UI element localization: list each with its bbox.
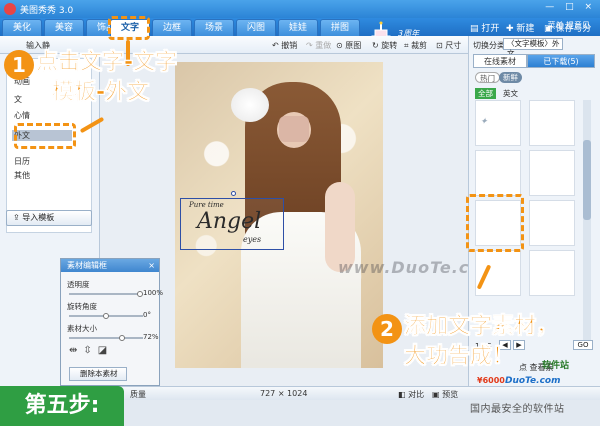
window-controls[interactable]: — □ ×: [545, 2, 596, 12]
english-filter[interactable]: 英文: [503, 88, 518, 99]
go-button[interactable]: GO: [573, 340, 593, 350]
text-sticker[interactable]: Pure time Angel eyes: [180, 191, 284, 250]
step-1-number: 1: [4, 50, 34, 80]
site-watermark: 国内最安全的软件站: [470, 404, 565, 415]
image-dimensions: 727 × 1024: [260, 389, 308, 398]
sticker-small-text: Pure time: [189, 201, 224, 209]
domain-watermark: DuoTe.com: [505, 376, 561, 386]
step-1-line-2: 模板-外文: [52, 80, 150, 106]
original-button[interactable]: ⊙ 原图: [336, 40, 361, 51]
category-mood[interactable]: 心情: [14, 110, 30, 121]
step-2-number: 2: [372, 314, 402, 344]
highlight-material: [466, 194, 524, 252]
material-thumbnail[interactable]: [475, 250, 521, 296]
undo-button[interactable]: ↶ 撤销: [272, 40, 297, 51]
switch-category-label: 切换分类: [473, 41, 505, 50]
next-page-icon[interactable]: ▶: [513, 340, 525, 350]
close-icon[interactable]: ×: [148, 259, 155, 272]
highlight-foreign-item: [14, 123, 76, 149]
tab-online-materials[interactable]: 在线素材: [473, 54, 527, 68]
step-2-line-1: 添加文字素材，: [404, 314, 559, 340]
size-button[interactable]: ⊡ 尺寸: [436, 40, 461, 51]
tab-beauty[interactable]: 美容: [44, 19, 84, 36]
tab-beautify[interactable]: 美化: [2, 19, 42, 36]
photo-face-blur: [279, 116, 309, 142]
rotation-slider[interactable]: [69, 313, 143, 319]
tab-doll[interactable]: 娃娃: [278, 19, 318, 36]
import-template-button[interactable]: ⇪ 导入模板: [6, 210, 92, 226]
title-bar: 美图秀秀 3.0 — □ ×: [0, 0, 600, 18]
quality-label[interactable]: 质量: [130, 389, 146, 400]
crop-button[interactable]: ⌗ 裁剪: [404, 40, 427, 51]
app-logo-icon: [4, 3, 16, 15]
delete-material-button[interactable]: 删除本素材: [69, 367, 127, 381]
photo-hair-flower: [231, 88, 269, 122]
tab-downloaded[interactable]: 已下载(5): [527, 54, 595, 68]
material-editor-title[interactable]: 素材编辑框 ×: [61, 259, 159, 272]
price-badge: ¥6000: [477, 376, 505, 385]
step-1-line-1: 点击文字-文字: [36, 50, 178, 76]
material-thumbnail[interactable]: [529, 100, 575, 146]
category-text[interactable]: 文: [14, 94, 22, 105]
rotate-button[interactable]: ↻ 旋转: [372, 40, 397, 51]
rotation-knob[interactable]: [103, 313, 109, 319]
all-filter[interactable]: 全部: [475, 88, 496, 99]
sticker-big-text: Angel: [197, 209, 262, 234]
scrollbar[interactable]: [583, 100, 591, 340]
step-2-line-2: 大功告成！: [404, 344, 515, 370]
highlight-text-tab: [108, 16, 150, 40]
category-other[interactable]: 其他: [14, 170, 30, 181]
material-editor-panel: 素材编辑框 × 透明度 100% 旋转角度 0° 素材大小 72% ⇹⇳◪ 删除…: [60, 258, 164, 386]
tab-frame[interactable]: 边框: [152, 19, 192, 36]
site-watermark-top: 软件站: [542, 361, 570, 371]
opacity-value: 100%: [143, 289, 164, 297]
new-filter[interactable]: 新鲜: [499, 72, 522, 83]
rotation-value: 0°: [143, 311, 151, 319]
tab-flash[interactable]: 闪图: [236, 19, 276, 36]
tab-scene[interactable]: 场景: [194, 19, 234, 36]
tab-collage[interactable]: 拼图: [320, 19, 360, 36]
size-value: 72%: [143, 333, 159, 341]
rotation-label: 旋转角度: [67, 302, 97, 311]
opacity-label: 透明度: [67, 280, 90, 289]
preview-button[interactable]: ▣ 预览: [432, 389, 458, 400]
size-knob[interactable]: [119, 335, 125, 341]
material-thumbnail[interactable]: [475, 150, 521, 196]
scrollbar-thumb[interactable]: [583, 140, 591, 220]
app-title: 美图秀秀 3.0: [20, 6, 74, 16]
rotate-handle[interactable]: [231, 191, 236, 196]
nav-bar: 美化 美容 饰品 文字 边框 场景 闪图 娃娃 拼图 3周年 菜单 提意见 ▤ …: [0, 18, 600, 47]
category-calendar[interactable]: 日历: [14, 156, 30, 167]
step-banner: 第五步:: [0, 386, 124, 426]
size-slider[interactable]: [69, 335, 143, 341]
hot-filter[interactable]: 热门: [475, 72, 500, 83]
material-thumbnail[interactable]: [529, 200, 575, 246]
flip-icons[interactable]: ⇹⇳◪: [69, 345, 113, 356]
new-button[interactable]: ✚ 新建: [506, 21, 534, 34]
open-button[interactable]: ▤ 打开: [470, 21, 499, 34]
redo-button[interactable]: ↷ 重做: [306, 40, 331, 51]
compare-button[interactable]: ◧ 对比: [398, 389, 424, 400]
material-thumbnail[interactable]: ✦: [475, 100, 521, 146]
material-thumbnail[interactable]: [529, 150, 575, 196]
sticker-eyes-text: eyes: [243, 235, 262, 244]
category-select[interactable]: 〈文字模板〉外文: [503, 38, 563, 58]
size-label: 素材大小: [67, 324, 97, 333]
opacity-slider[interactable]: [69, 291, 143, 297]
material-thumbnail[interactable]: [529, 250, 575, 296]
